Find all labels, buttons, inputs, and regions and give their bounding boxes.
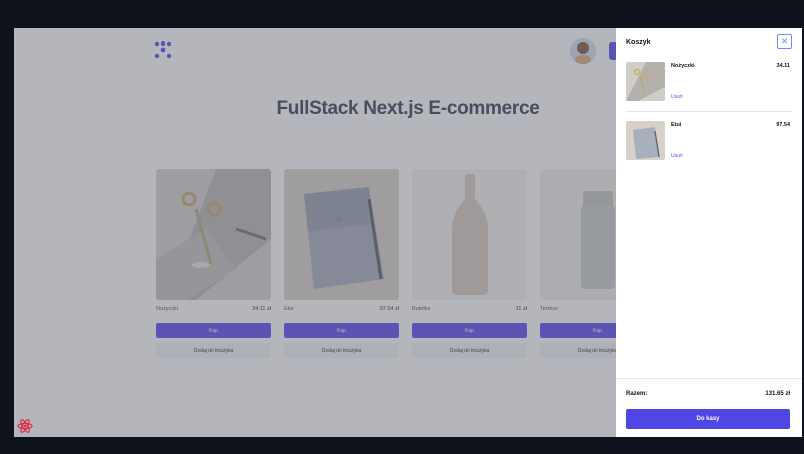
cart-item-image [626, 62, 665, 101]
total-label: Razem: [626, 391, 648, 397]
cart-item-price: 34.11 [776, 63, 790, 69]
react-devtools-icon[interactable] [17, 418, 33, 434]
cart-item-name: Etui [671, 122, 682, 128]
cart-item-price: 97.54 [776, 122, 790, 128]
remove-item-button[interactable]: Usuń [671, 153, 683, 159]
close-cart-button[interactable]: ✕ [777, 34, 792, 49]
browser-viewport: FullStack Next.js E-commerce Nożyczki 34… [14, 28, 802, 437]
cart-item-name: Nożyczki [671, 63, 695, 69]
divider [616, 378, 802, 379]
cart-title: Koszyk [626, 39, 651, 46]
divider [626, 111, 792, 112]
total-value: 131.65 zł [765, 391, 790, 397]
checkout-button[interactable]: Do kasy [626, 409, 790, 429]
remove-item-button[interactable]: Usuń [671, 94, 683, 100]
cart-item-image [626, 121, 665, 160]
cart-drawer: Koszyk ✕ Nożyczki 34.11 Usuń Etui 97.54 … [616, 28, 802, 437]
close-icon: ✕ [780, 36, 789, 46]
